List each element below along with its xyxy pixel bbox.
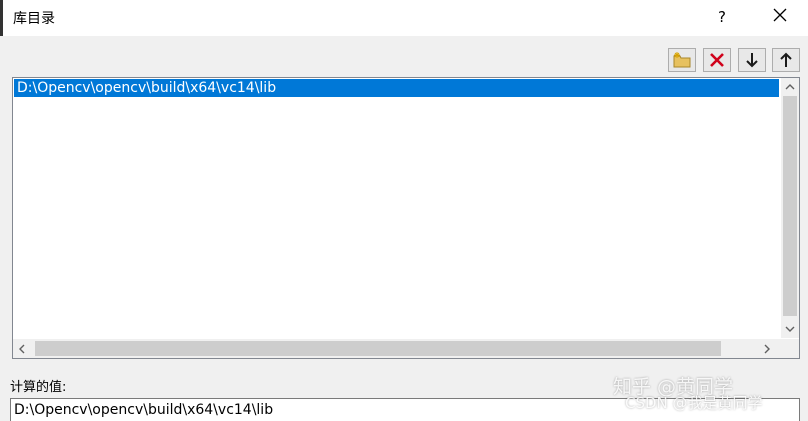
computed-value-label: 计算的值: xyxy=(10,380,67,395)
close-icon xyxy=(773,8,787,22)
chevron-left-icon xyxy=(19,344,25,353)
new-line-button[interactable] xyxy=(668,48,696,72)
scroll-up-button[interactable] xyxy=(781,78,799,96)
csdn-watermark: CSDN @我是黄同学 xyxy=(625,394,763,412)
move-up-icon xyxy=(780,52,792,67)
horizontal-scroll-thumb[interactable] xyxy=(35,341,721,356)
new-line-icon xyxy=(673,52,691,68)
delete-button[interactable] xyxy=(703,48,731,72)
vertical-scroll-thumb[interactable] xyxy=(783,96,797,316)
horizontal-scrollbar[interactable] xyxy=(13,339,781,358)
help-button[interactable]: ? xyxy=(711,4,733,30)
scroll-down-button[interactable] xyxy=(781,320,799,338)
library-directories-dialog: 库目录 ? D:\Opencv\opencv\build\x64\vc14\li… xyxy=(3,0,808,421)
dialog-title: 库目录 xyxy=(13,11,55,27)
scroll-left-button[interactable] xyxy=(13,339,31,358)
vertical-scrollbar[interactable] xyxy=(781,78,799,338)
chevron-down-icon xyxy=(785,326,795,332)
list-item[interactable]: D:\Opencv\opencv\build\x64\vc14\lib xyxy=(14,79,779,97)
directory-list[interactable]: D:\Opencv\opencv\build\x64\vc14\lib xyxy=(12,77,800,359)
scrollbar-corner xyxy=(781,339,799,358)
chevron-right-icon xyxy=(764,344,770,353)
close-button[interactable] xyxy=(765,4,795,30)
move-up-button[interactable] xyxy=(772,48,800,72)
move-down-button[interactable] xyxy=(738,48,766,72)
screen: 库目录 ? D:\Opencv\opencv\build\x64\vc14\li… xyxy=(0,0,808,421)
move-down-icon xyxy=(746,53,758,68)
chevron-up-icon xyxy=(785,84,795,90)
delete-icon xyxy=(710,53,724,67)
scroll-right-button[interactable] xyxy=(758,339,776,358)
